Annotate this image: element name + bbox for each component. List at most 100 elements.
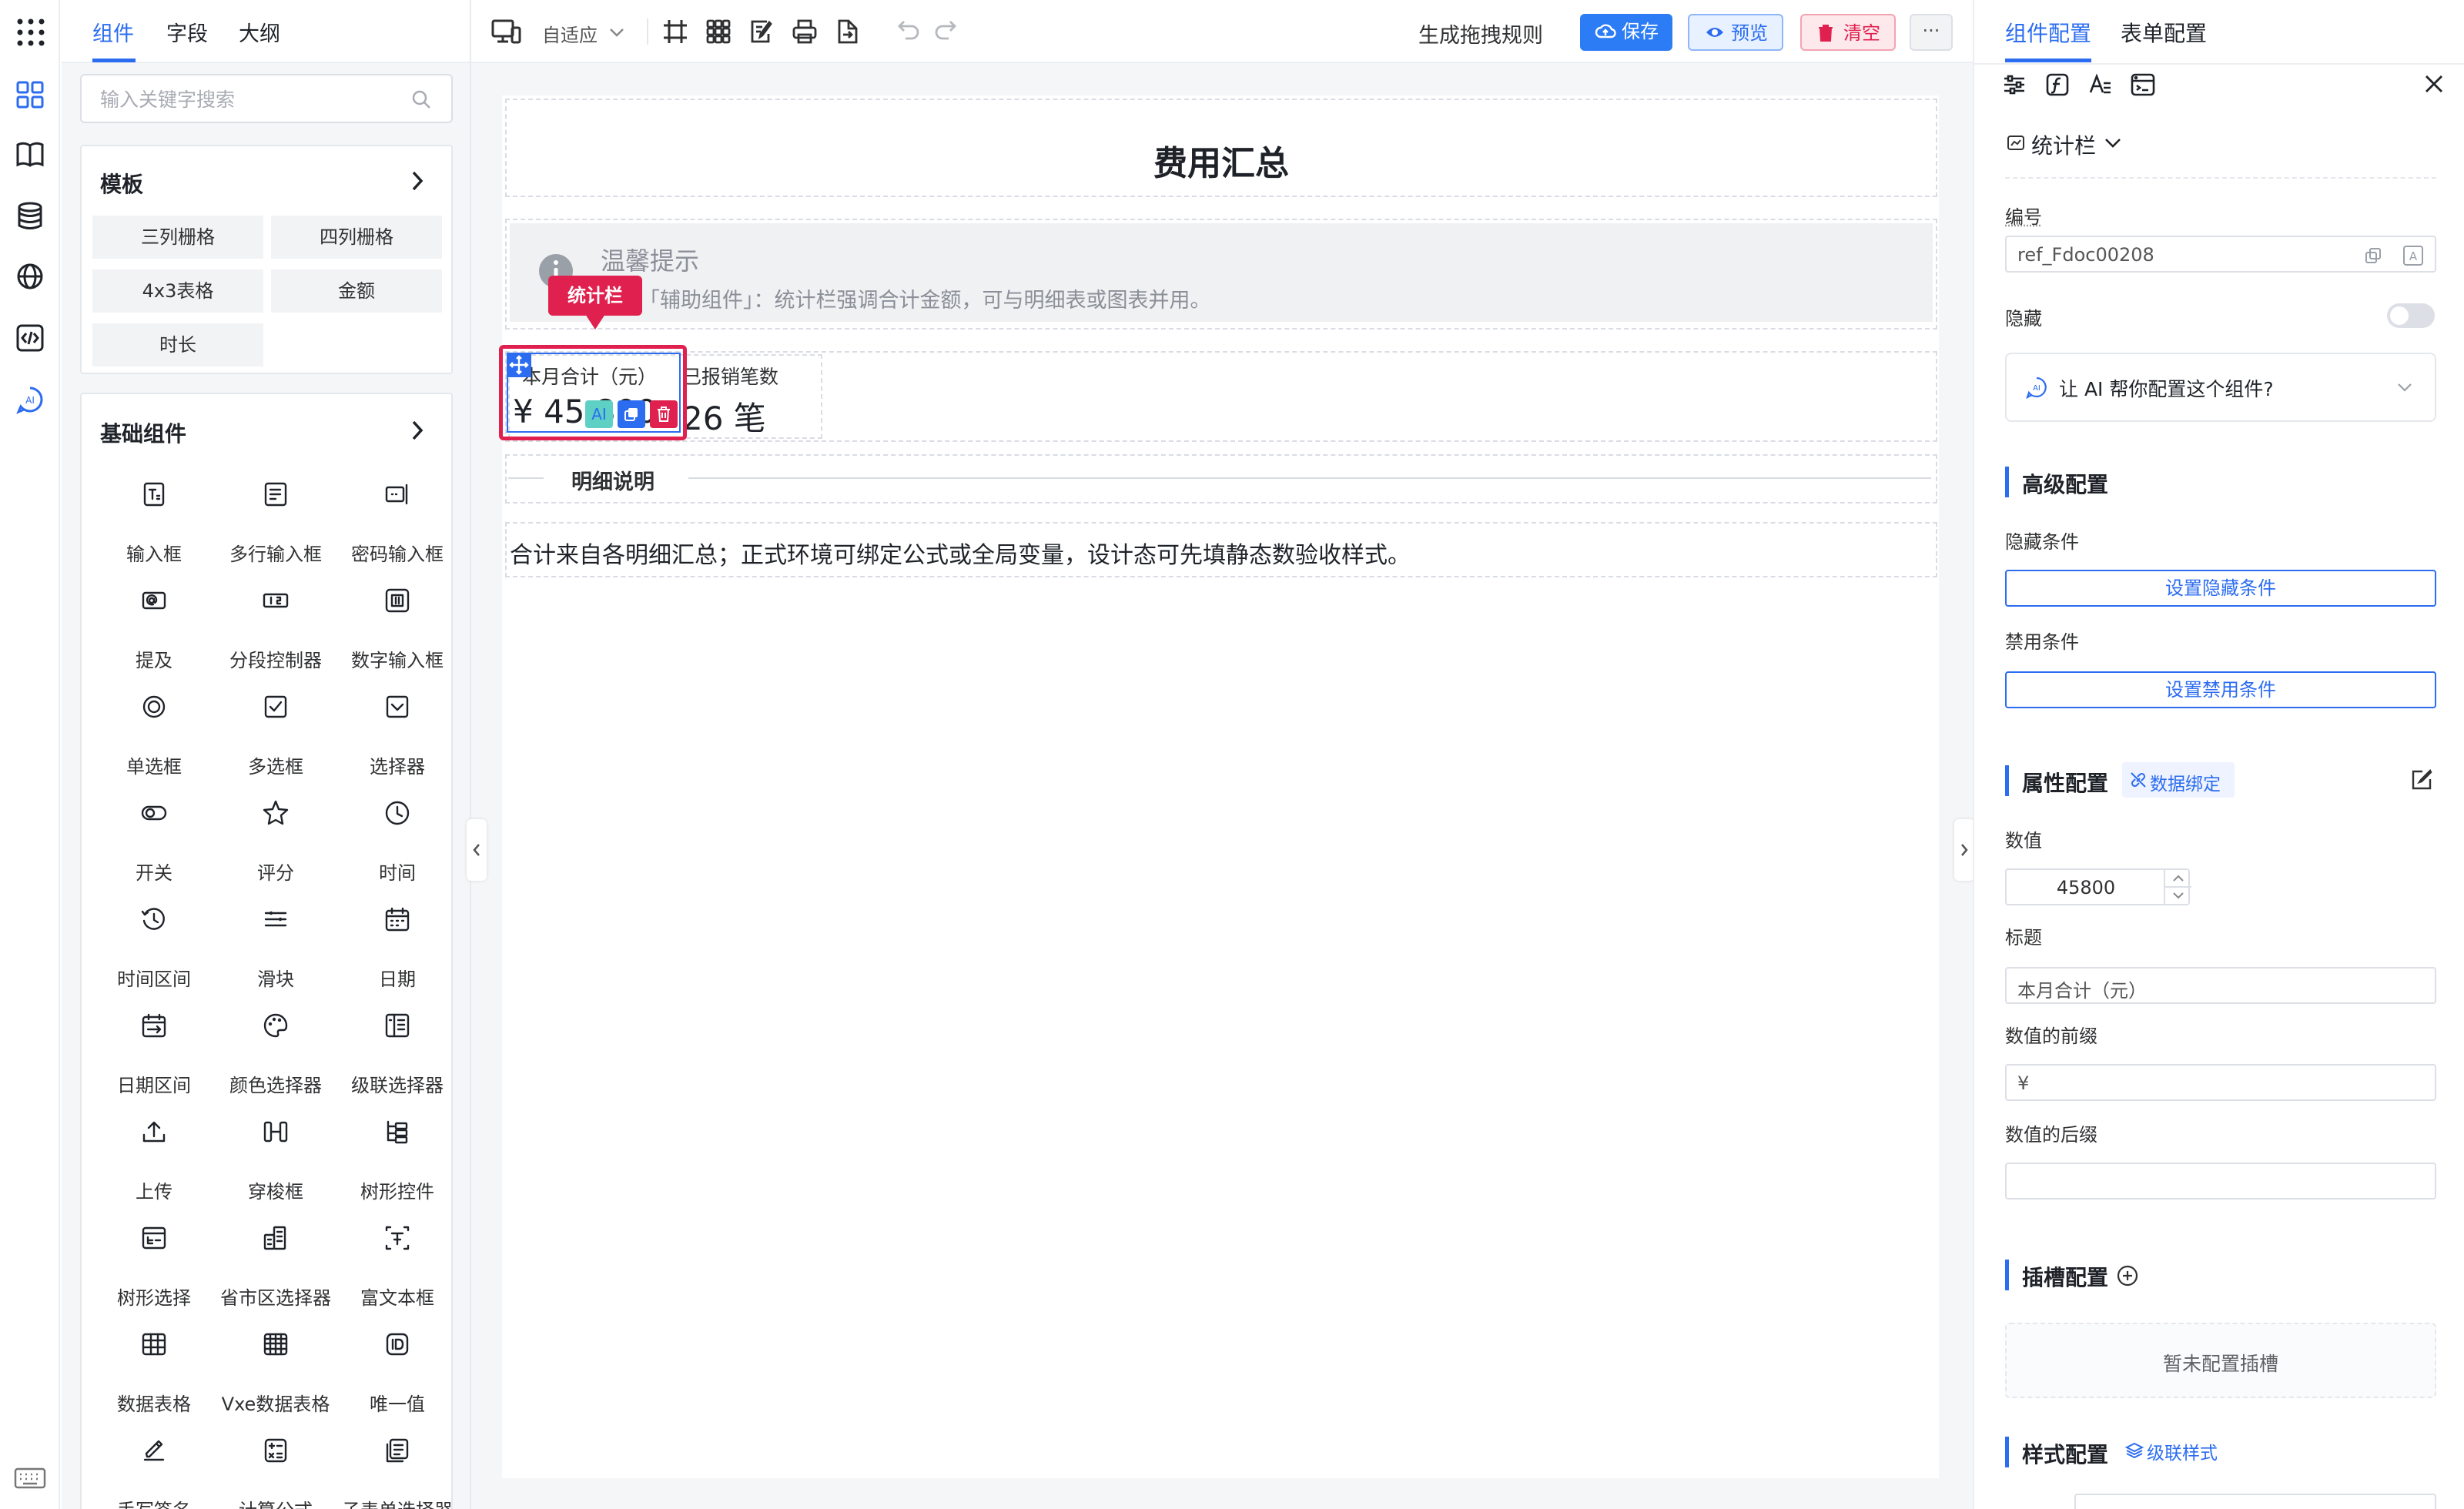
- template-item[interactable]: 三列栅格: [92, 216, 263, 259]
- generate-rules-button[interactable]: 生成拖拽规则: [1418, 18, 1543, 49]
- preview-button[interactable]: 预览: [1688, 14, 1783, 51]
- component-item[interactable]: 上传: [92, 1110, 216, 1210]
- font-icon[interactable]: A: [2402, 245, 2424, 266]
- collapse-right-button[interactable]: [1954, 819, 1974, 881]
- template-item[interactable]: 金额: [271, 269, 442, 313]
- components-icon[interactable]: [15, 80, 45, 109]
- hidden-switch[interactable]: [2387, 303, 2435, 328]
- edit-icon[interactable]: [2410, 768, 2433, 791]
- id-field[interactable]: ref_Fdoc00208 A: [2005, 236, 2436, 273]
- suffix-input[interactable]: [2005, 1163, 2436, 1200]
- component-item[interactable]: 日期: [336, 898, 459, 998]
- component-item[interactable]: 省市区选择器: [214, 1216, 337, 1317]
- delete-button[interactable]: [650, 400, 678, 428]
- chevron-right-icon[interactable]: [408, 169, 427, 192]
- ai-icon[interactable]: AI: [15, 385, 45, 414]
- component-item[interactable]: 滑块: [214, 898, 337, 998]
- chevron-right-icon[interactable]: [408, 419, 427, 442]
- set-disable-condition-button[interactable]: 设置禁用条件: [2005, 671, 2436, 708]
- layout-panel-icon[interactable]: [2130, 72, 2156, 97]
- edit-doc-icon[interactable]: [748, 18, 775, 45]
- cascade-style-link[interactable]: 级联样式: [2147, 1438, 2218, 1464]
- component-item[interactable]: 输入框: [92, 473, 216, 573]
- tab-outline[interactable]: 大纲: [239, 17, 280, 47]
- title-block[interactable]: 费用汇总: [505, 99, 1937, 197]
- search-icon[interactable]: [411, 89, 431, 109]
- component-item[interactable]: 计算公式: [214, 1429, 337, 1509]
- tab-component-config[interactable]: 组件配置: [2005, 17, 2091, 48]
- title-input[interactable]: 本月合计（元）: [2005, 967, 2436, 1004]
- apps-grid-icon[interactable]: [15, 17, 46, 48]
- grid-layout-icon[interactable]: [705, 18, 732, 45]
- component-item[interactable]: 级联选择器: [336, 1004, 459, 1104]
- database-icon[interactable]: [15, 202, 45, 231]
- number-stepper[interactable]: [2164, 870, 2191, 904]
- clear-button[interactable]: 清空: [1800, 14, 1896, 51]
- component-item[interactable]: 提及: [92, 579, 216, 679]
- value-input[interactable]: 45800: [2005, 868, 2191, 905]
- chevron-down-icon[interactable]: [2172, 892, 2184, 899]
- adaptive-label[interactable]: 自适应: [542, 20, 598, 47]
- tab-fields[interactable]: 字段: [166, 17, 208, 47]
- component-item[interactable]: 数字输入框: [336, 579, 459, 679]
- frame-icon[interactable]: [662, 18, 688, 45]
- component-item[interactable]: 颜色选择器: [214, 1004, 337, 1104]
- component-item[interactable]: 密码输入框: [336, 473, 459, 573]
- alert-wrap[interactable]: 温馨提示 「辅助组件」：统计栏强调合计金额，可与明细表或图表并用。: [505, 219, 1937, 330]
- component-type[interactable]: 统计栏: [2031, 129, 2096, 160]
- import-icon[interactable]: [835, 18, 861, 45]
- tab-form-config[interactable]: 表单配置: [2121, 17, 2207, 48]
- tab-components[interactable]: 组件: [92, 17, 134, 47]
- print-icon[interactable]: [792, 18, 818, 45]
- text-style-icon[interactable]: [2088, 72, 2113, 97]
- globe-icon[interactable]: [15, 262, 45, 291]
- component-item[interactable]: 时间: [336, 791, 459, 892]
- more-button[interactable]: ···: [1910, 14, 1953, 51]
- left-collapse-handle[interactable]: [465, 754, 470, 816]
- component-item[interactable]: 分段控制器: [214, 579, 337, 679]
- collapse-left-button[interactable]: [467, 819, 487, 881]
- component-item[interactable]: 多行输入框: [214, 473, 337, 573]
- component-item[interactable]: 穿梭框: [214, 1110, 337, 1210]
- device-icon[interactable]: [491, 18, 522, 45]
- component-item[interactable]: 时间区间: [92, 898, 216, 998]
- template-item[interactable]: 4x3表格: [92, 269, 263, 313]
- settings-sliders-icon[interactable]: [2002, 72, 2027, 97]
- component-item[interactable]: 数据表格: [92, 1323, 216, 1423]
- undo-icon[interactable]: [896, 18, 921, 42]
- close-icon[interactable]: [2424, 74, 2444, 94]
- chevron-down-icon[interactable]: [2104, 137, 2122, 149]
- save-button[interactable]: 保存: [1580, 14, 1672, 51]
- template-item[interactable]: 四列栅格: [271, 216, 442, 259]
- component-item[interactable]: 评分: [214, 791, 337, 892]
- chevron-up-icon[interactable]: [2172, 875, 2184, 882]
- function-icon[interactable]: [2045, 72, 2070, 97]
- keyboard-icon[interactable]: [14, 1467, 46, 1489]
- component-item[interactable]: 单选框: [92, 685, 216, 785]
- copy-icon[interactable]: [2364, 246, 2382, 265]
- component-item[interactable]: 唯一值: [336, 1323, 459, 1423]
- ai-assist-panel[interactable]: AI 让 AI 帮你配置这个组件?: [2005, 353, 2436, 422]
- component-item[interactable]: 开关: [92, 791, 216, 892]
- component-item[interactable]: 选择器: [336, 685, 459, 785]
- chevron-down-icon[interactable]: [608, 26, 625, 38]
- set-hide-condition-button[interactable]: 设置隐藏条件: [2005, 570, 2436, 607]
- component-item[interactable]: 手写签名: [92, 1429, 216, 1509]
- search-input[interactable]: [100, 86, 393, 112]
- component-item[interactable]: 子表单选择器: [336, 1429, 459, 1509]
- divider-block[interactable]: 明细说明: [505, 454, 1937, 504]
- add-circle-icon[interactable]: [2116, 1264, 2139, 1287]
- book-icon[interactable]: [15, 140, 45, 169]
- ai-button[interactable]: AI: [585, 400, 613, 428]
- component-item[interactable]: Vxe数据表格: [214, 1323, 337, 1423]
- component-item[interactable]: 树形选择: [92, 1216, 216, 1317]
- component-item[interactable]: 富文本框: [336, 1216, 459, 1317]
- data-binding-tag[interactable]: 数据绑定: [2122, 762, 2235, 798]
- code-icon[interactable]: [15, 323, 45, 353]
- prefix-input[interactable]: ¥: [2005, 1064, 2436, 1101]
- copy-button[interactable]: [618, 400, 645, 428]
- template-item[interactable]: 时长: [92, 323, 263, 366]
- redo-icon[interactable]: [933, 18, 958, 42]
- component-item[interactable]: 树形控件: [336, 1110, 459, 1210]
- component-item[interactable]: 日期区间: [92, 1004, 216, 1104]
